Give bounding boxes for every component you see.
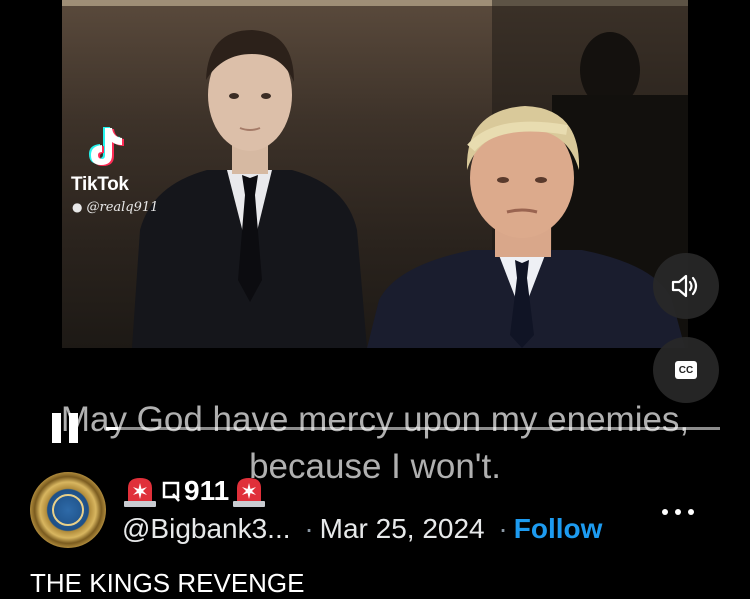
video-frame[interactable]: TikTok ● @realq911	[62, 0, 688, 348]
caption-line-1: May God have mercy upon my enemies,	[60, 400, 690, 439]
author-meta: @Bigbank3... · Mar 25, 2024 · Follow	[122, 513, 602, 545]
pause-icon-bar	[69, 413, 78, 443]
tiktok-watermark-brand: TikTok	[71, 174, 129, 195]
more-icon-dot	[688, 509, 694, 515]
video-player[interactable]: TikTok ● @realq911 CC May God have mercy …	[0, 0, 750, 486]
avatar-emblem	[52, 494, 84, 526]
post-date[interactable]: Mar 25, 2024	[320, 513, 485, 544]
display-name-text: 911	[184, 475, 230, 506]
more-options-button[interactable]	[662, 498, 694, 526]
avatar[interactable]	[30, 472, 106, 548]
speaker-icon	[671, 274, 698, 298]
volume-button[interactable]	[653, 253, 719, 319]
captions-button[interactable]: CC	[653, 337, 719, 403]
separator-dot-2: ·	[498, 513, 508, 544]
person-left	[132, 30, 367, 348]
person-right	[367, 106, 685, 348]
tweet-text: THE KINGS REVENGE	[30, 568, 305, 598]
more-icon	[662, 509, 668, 515]
cc-icon: CC	[675, 361, 697, 379]
author-handle[interactable]: @Bigbank3...	[122, 513, 291, 544]
separator-dot: ·	[304, 513, 314, 544]
person-icon: ●	[72, 200, 83, 214]
progress-track[interactable]	[106, 427, 720, 430]
tiktok-logo-icon	[89, 127, 124, 166]
progress-fill	[106, 427, 119, 430]
pause-icon	[52, 413, 61, 443]
tiktok-watermark-user: ● @realq911	[72, 200, 158, 215]
pause-button[interactable]	[52, 413, 80, 443]
more-icon-dot	[675, 509, 681, 515]
tiktok-watermark-username: @realq911	[86, 200, 159, 215]
caption-line-2: because I won't.	[249, 447, 501, 486]
display-name[interactable]: 911	[122, 474, 267, 508]
siren-icon	[124, 478, 156, 507]
q-badge-icon	[162, 481, 180, 502]
siren-icon-2	[233, 478, 266, 507]
follow-button[interactable]: Follow	[514, 513, 603, 544]
